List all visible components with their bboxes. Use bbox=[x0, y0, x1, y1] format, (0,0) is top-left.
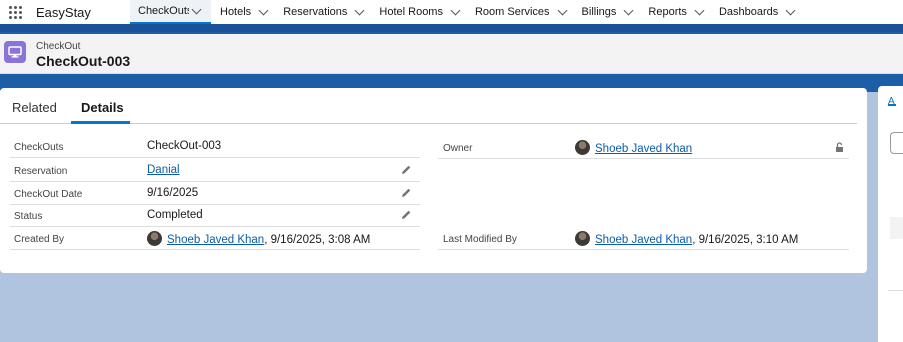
side-panel-section-toggle[interactable] bbox=[890, 217, 903, 239]
active-tab-indicator bbox=[71, 121, 130, 124]
nav-tab-hotels[interactable]: Hotels bbox=[211, 0, 275, 24]
chevron-down-icon[interactable] bbox=[785, 5, 796, 16]
nav-tab-label: Reports bbox=[648, 6, 687, 18]
tab-details[interactable]: Details bbox=[81, 100, 124, 115]
nav-tab-dashboards[interactable]: Dashboards bbox=[711, 0, 802, 24]
field-value: CheckOut-003 bbox=[147, 140, 222, 152]
record-header: CheckOut CheckOut-003 bbox=[0, 34, 903, 74]
edit-pencil-icon[interactable] bbox=[400, 164, 412, 176]
field-status: Status Completed bbox=[10, 205, 420, 227]
chevron-down-icon[interactable] bbox=[694, 5, 705, 16]
avatar bbox=[575, 231, 590, 246]
avatar bbox=[575, 140, 590, 155]
global-nav: EasyStay CheckOuts Hotels Reservations H… bbox=[0, 0, 903, 24]
side-panel: A bbox=[878, 86, 903, 342]
field-label: Status bbox=[14, 211, 43, 222]
field-created-by: Created By Shoeb Javed Khan, 9/16/2025, … bbox=[10, 228, 420, 250]
field-value: Completed bbox=[147, 209, 203, 221]
field-owner: Owner Shoeb Javed Khan bbox=[438, 137, 849, 159]
nav-tab-label: Room Services bbox=[474, 6, 550, 18]
field-last-modified-by: Last Modified By Shoeb Javed Khan, 9/16/… bbox=[438, 228, 849, 250]
page-title: CheckOut-003 bbox=[36, 53, 131, 69]
owner-user-link[interactable]: Shoeb Javed Khan bbox=[595, 143, 692, 155]
chevron-down-icon[interactable] bbox=[450, 5, 461, 16]
chevron-down-icon bbox=[191, 4, 202, 15]
chevron-down-icon[interactable] bbox=[623, 5, 634, 16]
avatar bbox=[147, 231, 162, 246]
tab-related[interactable]: Related bbox=[12, 100, 57, 115]
modified-timestamp: , 9/16/2025, 3:10 AM bbox=[692, 234, 799, 246]
side-panel-input[interactable] bbox=[890, 132, 903, 154]
created-timestamp: , 9/16/2025, 3:08 AM bbox=[264, 234, 371, 246]
nav-tab-reservations[interactable]: Reservations bbox=[275, 0, 371, 24]
field-value: Shoeb Javed Khan bbox=[575, 140, 692, 155]
chevron-down-icon[interactable] bbox=[354, 5, 365, 16]
side-panel-tab[interactable]: A bbox=[888, 96, 896, 107]
record-detail-card: Related Details CheckOuts CheckOut-003 R… bbox=[0, 88, 867, 273]
field-label: Last Modified By bbox=[443, 234, 517, 245]
field-label: CheckOut Date bbox=[14, 189, 83, 200]
app-launcher-icon bbox=[8, 5, 22, 19]
field-value: Shoeb Javed Khan, 9/16/2025, 3:10 AM bbox=[575, 231, 798, 246]
chevron-down-icon[interactable] bbox=[557, 5, 567, 16]
record-tabs: Related Details bbox=[0, 88, 857, 124]
field-checkouts: CheckOuts CheckOut-003 bbox=[10, 136, 420, 158]
edit-pencil-icon[interactable] bbox=[400, 187, 412, 199]
nav-tab-checkouts-menu[interactable] bbox=[189, 0, 211, 24]
field-value: 9/16/2025 bbox=[147, 187, 199, 199]
divider bbox=[888, 290, 903, 291]
nav-tab-label: Hotel Rooms bbox=[379, 6, 443, 18]
monitor-icon bbox=[4, 41, 26, 63]
brand-band bbox=[0, 24, 903, 32]
app-name: EasyStay bbox=[36, 4, 91, 20]
nav-tab-checkouts[interactable]: CheckOuts bbox=[130, 0, 193, 24]
reservation-link[interactable]: Danial bbox=[147, 164, 180, 176]
nav-tab-room-services[interactable]: Room Services bbox=[467, 0, 574, 24]
created-by-user-link[interactable]: Shoeb Javed Khan bbox=[167, 234, 264, 246]
app-launcher-button[interactable] bbox=[0, 0, 30, 24]
nav-tab-billings[interactable]: Billings bbox=[574, 0, 641, 24]
last-modified-user-link[interactable]: Shoeb Javed Khan bbox=[595, 234, 692, 246]
nav-tab-hotel-rooms[interactable]: Hotel Rooms bbox=[371, 0, 467, 24]
field-value: Shoeb Javed Khan, 9/16/2025, 3:08 AM bbox=[147, 231, 370, 246]
field-label: CheckOuts bbox=[14, 142, 64, 153]
nav-tab-label: Billings bbox=[581, 6, 617, 18]
change-owner-icon[interactable] bbox=[835, 142, 845, 153]
nav-tab-label: Dashboards bbox=[718, 6, 779, 18]
nav-tab-label: Reservations bbox=[283, 6, 348, 18]
nav-tab-label: Hotels bbox=[220, 6, 252, 18]
field-checkout-date: CheckOut Date 9/16/2025 bbox=[10, 183, 420, 205]
field-reservation: Reservation Danial bbox=[10, 160, 420, 182]
field-label: Reservation bbox=[14, 166, 68, 177]
edit-pencil-icon[interactable] bbox=[400, 209, 412, 221]
nav-tab-label: CheckOuts bbox=[138, 5, 193, 17]
chevron-down-icon[interactable] bbox=[258, 5, 269, 16]
nav-tab-reports[interactable]: Reports bbox=[640, 0, 711, 24]
field-label: Created By bbox=[14, 234, 65, 245]
field-label: Owner bbox=[443, 143, 473, 154]
object-type-label: CheckOut bbox=[36, 41, 81, 52]
